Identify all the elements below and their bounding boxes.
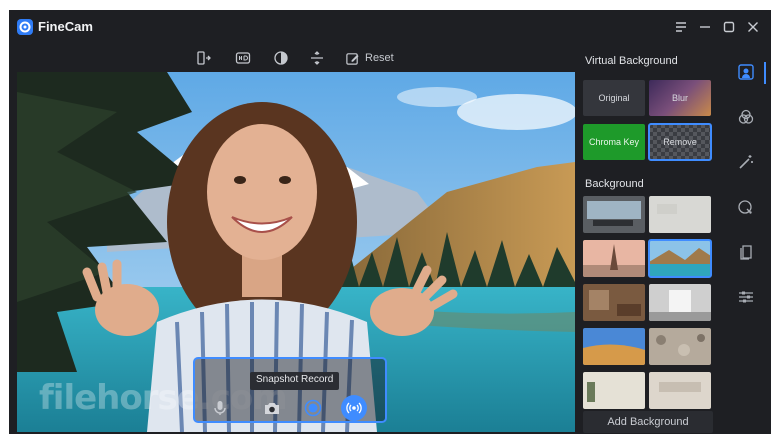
background-panel: Virtual Background Original Blur Chroma …: [582, 44, 722, 434]
camera-icon[interactable]: [261, 397, 283, 419]
side-rail: [731, 62, 766, 322]
background-title: Background: [585, 178, 644, 190]
filter-icon[interactable]: [736, 107, 756, 127]
magic-wand-icon[interactable]: [736, 152, 756, 172]
snapshot-tooltip: Snapshot Record: [250, 372, 340, 390]
background-thumb-plain-room[interactable]: [583, 372, 645, 409]
background-thumb-pebbles[interactable]: [649, 328, 711, 365]
finecam-logo-icon: [17, 19, 33, 35]
menu-icon[interactable]: [672, 18, 690, 36]
sliders-icon[interactable]: [736, 287, 756, 307]
capture-controls: Snapshot Record: [193, 357, 387, 423]
vb-option-remove[interactable]: Remove: [648, 123, 712, 161]
title-bar: FineCam: [9, 10, 771, 44]
document-icon[interactable]: [736, 242, 756, 262]
reset-label: Reset: [365, 52, 394, 64]
background-thumb-office[interactable]: [583, 196, 645, 233]
person-icon[interactable]: [736, 62, 756, 82]
vb-option-chroma-key[interactable]: Chroma Key: [583, 124, 645, 160]
sticker-icon[interactable]: [736, 197, 756, 217]
vb-option-blur[interactable]: Blur: [649, 80, 711, 116]
microphone-icon[interactable]: [209, 397, 231, 419]
record-icon[interactable]: [302, 397, 324, 419]
contrast-icon[interactable]: [271, 47, 291, 69]
virtual-background-title: Virtual Background: [585, 55, 678, 67]
flip-icon[interactable]: [307, 47, 327, 69]
mirror-icon[interactable]: [194, 47, 214, 69]
background-thumb-mountain-lake[interactable]: [648, 239, 712, 278]
minimize-icon[interactable]: [696, 18, 714, 36]
background-thumb-desert[interactable]: [583, 328, 645, 365]
background-thumb-sign-wall[interactable]: [649, 372, 711, 409]
add-background-button[interactable]: Add Background: [583, 411, 713, 433]
app-window: FineCam Reset filehorse.com Snapshot Rec…: [9, 10, 771, 434]
reset-button[interactable]: Reset: [345, 47, 394, 69]
background-thumb-living-room[interactable]: [583, 284, 645, 321]
app-title: FineCam: [38, 19, 93, 34]
maximize-icon[interactable]: [720, 18, 738, 36]
close-icon[interactable]: [744, 18, 762, 36]
background-thumb-white-room[interactable]: [649, 284, 711, 321]
edit-icon: [346, 52, 359, 65]
vb-option-original[interactable]: Original: [583, 80, 645, 116]
background-thumb-paris[interactable]: [583, 240, 645, 277]
background-thumb-plaster-wall[interactable]: [649, 196, 711, 233]
active-rail-indicator: [764, 62, 766, 84]
broadcast-icon[interactable]: [341, 395, 367, 421]
hdr-icon[interactable]: [233, 47, 253, 69]
